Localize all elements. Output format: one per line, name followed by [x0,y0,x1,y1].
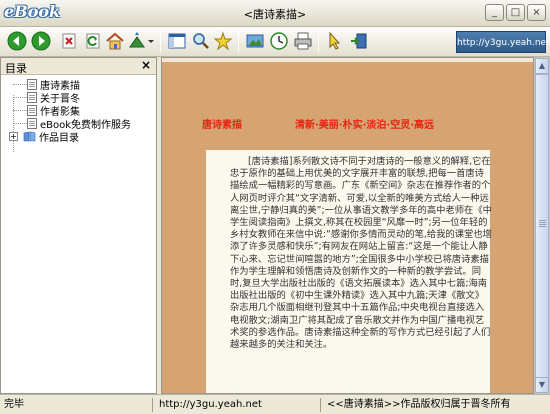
vertical-scrollbar[interactable]: ▲ ▼ [534,57,550,394]
window-title: <唐诗素描> [243,8,307,21]
document-icon [27,105,37,116]
status-url: http://y3gu.yeah.net [152,398,272,412]
document-icon [27,79,37,90]
sidebar-close-icon[interactable]: × [141,58,151,72]
window-controls: _ □ × [485,4,546,21]
text-panel: [唐诗素描]系列散文诗不同于对唐诗的一般意义的解释,它在忠于原作的基础上用优美的… [206,150,492,393]
article-body: [唐诗素描]系列散文诗不同于对唐诗的一般意义的解释,它在忠于原作的基础上用优美的… [230,156,492,351]
book-icon [23,131,36,142]
maximize-button[interactable]: □ [506,4,525,21]
back-icon[interactable] [6,30,28,52]
toc-tree: 唐诗素描 关于晋冬 作者影集 eBook免费制作服务 + 作品目录 [1,75,156,152]
favorite-icon[interactable] [212,30,234,52]
minimize-button[interactable]: _ [485,4,504,21]
scroll-thumb[interactable] [535,74,549,378]
chevron-down-icon[interactable] [146,30,156,52]
sidebar-header: 目录 × [1,58,156,75]
refresh-icon[interactable] [82,30,104,52]
expand-toggle[interactable]: + [9,132,18,141]
article-tagline: 清新·美丽·朴实·淡泊·空灵·高远 [295,120,434,131]
print-icon[interactable] [292,30,314,52]
sidebar: 目录 × 唐诗素描 关于晋冬 作者影集 eBook免费制作服务 + 作品目录 [0,57,157,394]
article-title: 唐诗素描 [202,120,242,131]
toolbar: http://y3gu.yeah.net [0,27,550,57]
status-bar: 完毕 http://y3gu.yeah.net <<唐诗素描>>作品版权归属于晋… [0,394,550,414]
image-icon[interactable] [244,30,266,52]
sidebar-title: 目录 [5,62,27,75]
upload-icon[interactable] [126,30,148,52]
status-copyright: <<唐诗素描>>作品版权归属于晋冬所有 [320,398,548,412]
search-icon[interactable] [190,30,212,52]
history-icon[interactable] [268,30,290,52]
title-bar: eBook <唐诗素描> _ □ × [0,0,550,27]
exit-icon[interactable] [348,30,370,52]
stop-icon[interactable] [58,30,80,52]
scroll-down-button[interactable]: ▼ [535,377,549,393]
forward-icon[interactable] [30,30,52,52]
scroll-up-button[interactable]: ▲ [535,58,549,74]
reading-pane: 唐诗素描 清新·美丽·朴实·淡泊·空灵·高远 [唐诗素描]系列散文诗不同于对唐诗… [161,57,534,394]
website-badge[interactable]: http://y3gu.yeah.net [456,31,550,53]
status-text: 完毕 [4,399,24,410]
document-icon [27,92,37,103]
toc-item-works-catalog[interactable]: + 作品目录 [1,130,156,144]
panel-icon[interactable] [166,30,188,52]
document-icon [27,118,37,129]
close-button[interactable]: × [527,4,546,21]
pointer-icon[interactable] [324,30,346,52]
home-icon[interactable] [104,30,126,52]
toc-item-label: 作品目录 [39,133,79,144]
